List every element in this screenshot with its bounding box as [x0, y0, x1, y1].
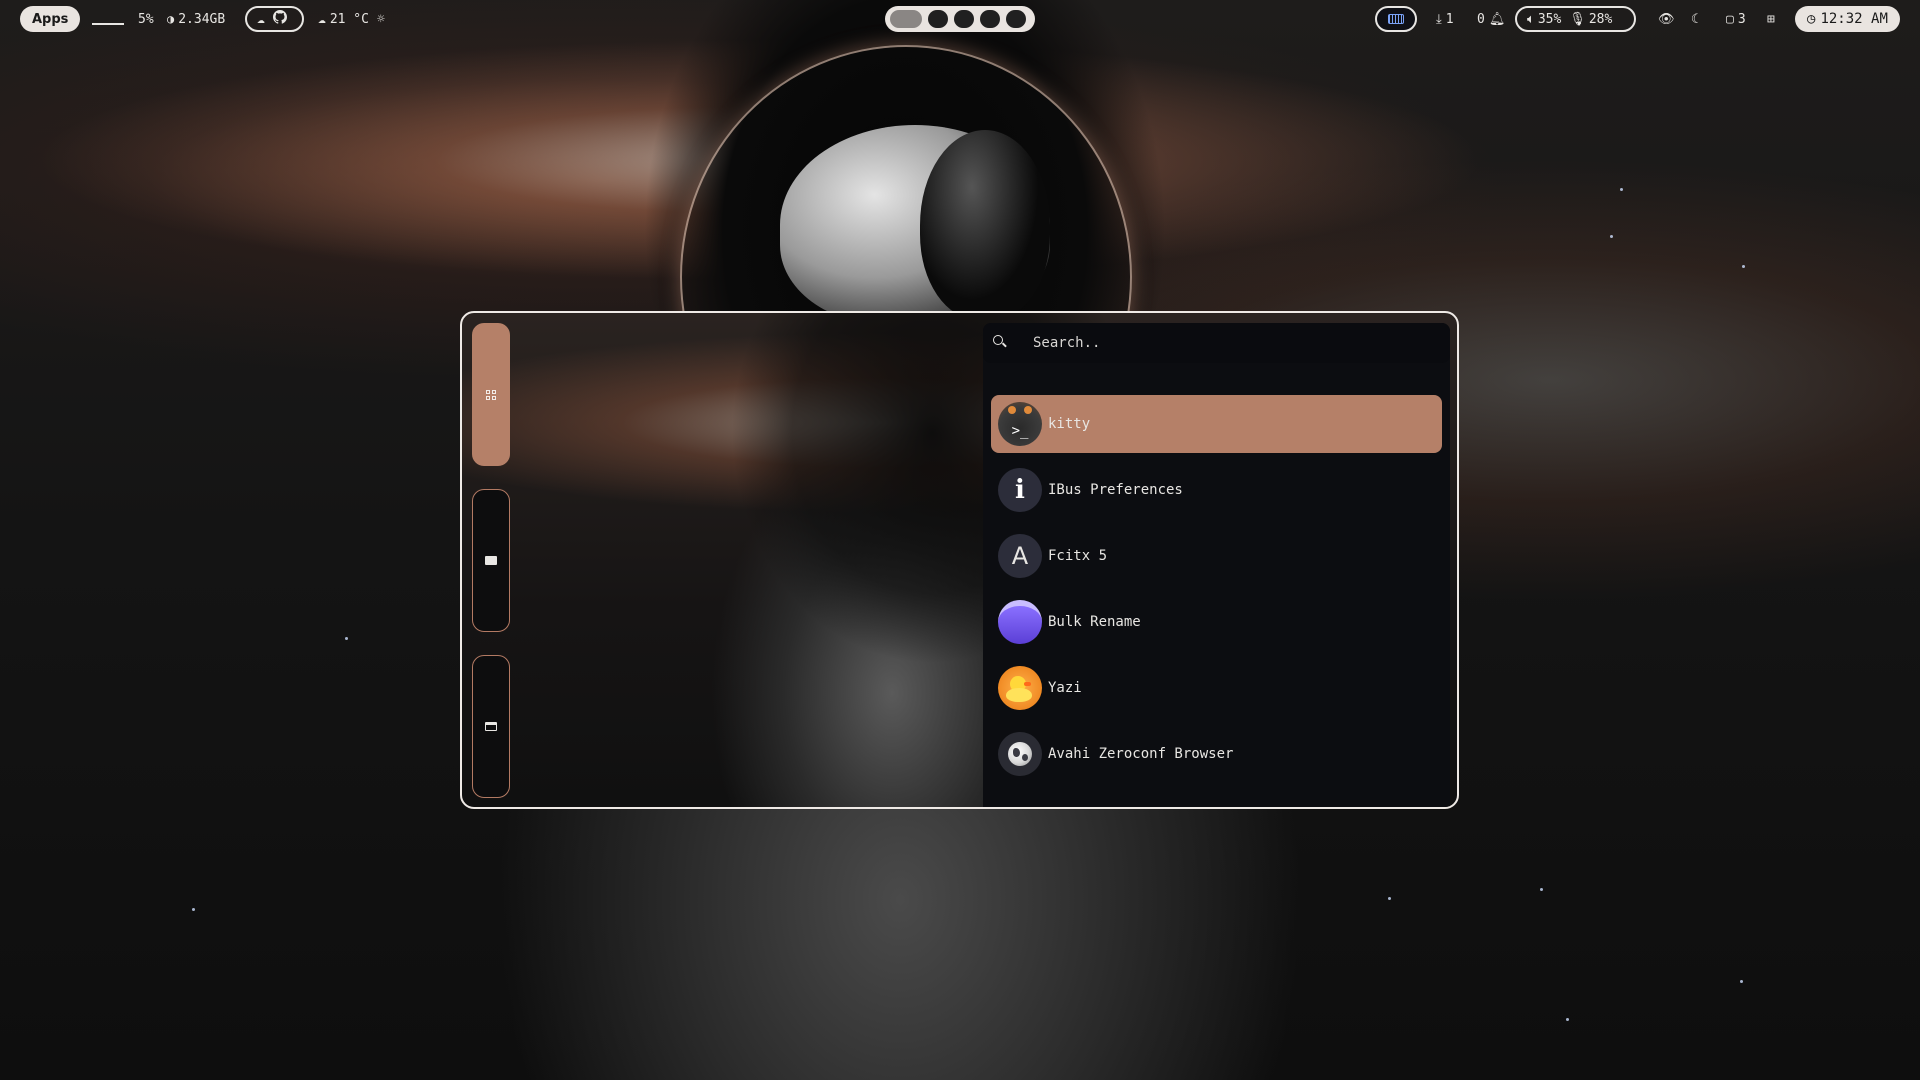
search-icon-handle — [1002, 342, 1007, 348]
cpu-graph-icon — [92, 23, 124, 25]
search-input[interactable] — [1031, 327, 1415, 359]
cloud-github-group: ☁ — [245, 6, 304, 32]
kitty-icon: >_ — [998, 402, 1042, 446]
top-bar: Apps 5% ◑ 2.34GB ☁ ☁ 21 °C ☼ ⤓ 1 0 🔔︎ 🔈︎… — [0, 0, 1920, 38]
folder-icon — [998, 600, 1042, 644]
tab-apps[interactable] — [472, 323, 510, 466]
notifications-indicator[interactable]: 0 🔔︎ — [1477, 9, 1505, 29]
window-icon — [485, 722, 497, 731]
tab-windows[interactable] — [472, 655, 510, 798]
network-icon[interactable]: ⊞ — [1767, 9, 1775, 29]
notifications-count: 0 — [1477, 11, 1485, 27]
wallpaper-star — [1566, 1018, 1569, 1021]
speaker-icon: 🔈︎ — [1527, 11, 1535, 27]
cpu-value: 5% — [138, 11, 154, 27]
wallpaper-visor — [920, 130, 1050, 320]
duck-icon — [998, 666, 1042, 710]
result-label: Avahi Zeroconf Browser — [1048, 746, 1234, 762]
wallpaper-star — [1740, 980, 1743, 983]
workspace-2[interactable] — [928, 10, 948, 28]
volume-indicator[interactable]: 🔈︎ 35% — [1527, 12, 1561, 27]
clock-icon: ◷ — [1807, 11, 1816, 27]
clock-time: 12:32 AM — [1820, 11, 1888, 27]
globe-icon — [998, 732, 1042, 776]
memory-icon: ◑ — [167, 12, 175, 26]
downloads-count: 1 — [1445, 11, 1454, 27]
moon-icon[interactable]: ☾ — [1691, 9, 1699, 29]
cloud-icon: ☁ — [318, 11, 326, 27]
weather-temp: 21 °C — [329, 11, 369, 27]
clock[interactable]: ◷ 12:32 AM — [1795, 6, 1900, 32]
microphone-icon: 🎙︎ — [1569, 11, 1586, 27]
downloads-indicator[interactable]: ⤓ 1 — [1436, 9, 1454, 29]
search-box — [983, 323, 1450, 363]
weather-indicator[interactable]: ☁ 21 °C ☼ — [318, 9, 385, 29]
wallpaper-star — [345, 637, 348, 640]
result-item-ibus-preferences[interactable]: i IBus Preferences — [991, 461, 1442, 519]
wallpaper-star — [1388, 897, 1391, 900]
fcitx-icon: A — [998, 534, 1042, 578]
result-item-kitty[interactable]: >_ kitty — [991, 395, 1442, 453]
download-icon: ⤓ — [1436, 11, 1442, 27]
result-label: Fcitx 5 — [1048, 548, 1108, 564]
workspace-4[interactable] — [980, 10, 1000, 28]
workspace-3[interactable] — [954, 10, 974, 28]
wallpaper-star — [192, 908, 195, 911]
result-item-yazi[interactable]: Yazi — [991, 659, 1442, 717]
clipboard-icon: ▢ — [1726, 11, 1734, 27]
result-label: Yazi — [1048, 680, 1082, 696]
result-item-fcitx-5[interactable]: A Fcitx 5 — [991, 527, 1442, 585]
windows-count: 3 — [1737, 11, 1746, 27]
wallpaper-star — [1540, 888, 1543, 891]
cpu-indicator[interactable]: 5% — [92, 9, 154, 29]
wallpaper-star — [1620, 188, 1623, 191]
folder-icon — [485, 556, 497, 565]
result-label: IBus Preferences — [1048, 482, 1183, 498]
results-panel: >_ kitty i IBus Preferences A Fcitx 5 Bu… — [983, 323, 1450, 807]
info-icon: i — [998, 468, 1042, 512]
bell-icon: 🔔︎ — [1488, 11, 1506, 27]
mic-indicator[interactable]: 🎙︎ 28% — [1569, 12, 1612, 27]
result-item-bulk-rename[interactable]: Bulk Rename — [991, 593, 1442, 651]
windows-indicator[interactable]: ▢ 3 — [1726, 9, 1746, 29]
grid-icon — [486, 389, 496, 400]
eye-icon[interactable]: 👁︎ — [1658, 9, 1675, 29]
memory-indicator[interactable]: ◑ 2.34GB — [167, 9, 225, 29]
workspace-switcher — [885, 6, 1035, 32]
github-icon[interactable] — [272, 10, 287, 28]
cloud-sync-icon[interactable]: ☁ — [257, 12, 265, 27]
wallpaper-star — [1742, 265, 1745, 268]
result-item-avahi-zeroconf-browser[interactable]: Avahi Zeroconf Browser — [991, 725, 1442, 783]
audio-group: 🔈︎ 35% 🎙︎ 28% — [1515, 6, 1636, 32]
apps-button[interactable]: Apps — [20, 6, 81, 32]
result-label: Bulk Rename — [1048, 614, 1141, 630]
keyboard-icon — [1388, 14, 1404, 24]
memory-value: 2.34GB — [178, 11, 226, 27]
tab-files[interactable] — [472, 489, 510, 632]
sun-icon: ☼ — [376, 11, 385, 27]
workspace-1[interactable] — [890, 10, 922, 28]
mic-value: 28% — [1588, 11, 1613, 27]
volume-value: 35% — [1537, 11, 1562, 27]
keyboard-layout-button[interactable] — [1375, 6, 1417, 32]
result-label: kitty — [1048, 416, 1091, 432]
wallpaper-star — [1610, 235, 1613, 238]
app-launcher: >_ kitty i IBus Preferences A Fcitx 5 Bu… — [460, 311, 1459, 809]
workspace-5[interactable] — [1006, 10, 1026, 28]
